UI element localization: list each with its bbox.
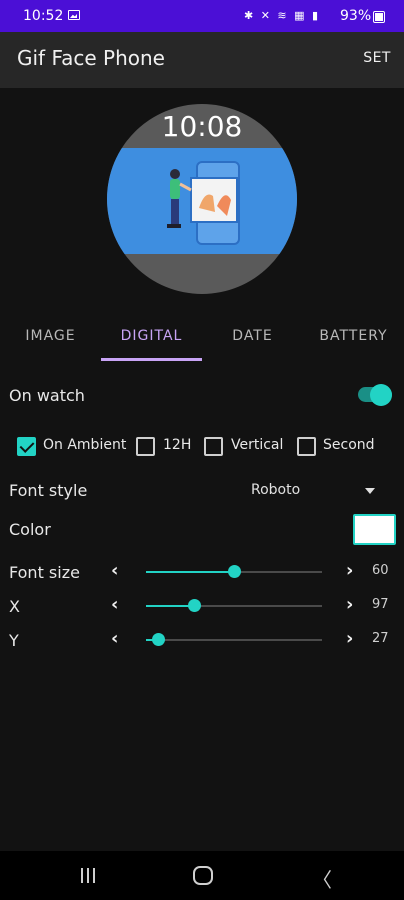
- color-swatch[interactable]: [353, 514, 396, 545]
- status-icons: ✱ ✕ ≋ ▦ ▮: [244, 9, 321, 22]
- second-checkbox[interactable]: [297, 437, 316, 456]
- font-style-dropdown[interactable]: Roboto: [251, 482, 300, 498]
- tab-battery[interactable]: BATTERY: [303, 316, 404, 360]
- watch-time: 10:08: [161, 110, 243, 143]
- x-increase-icon[interactable]: ›: [346, 594, 353, 615]
- status-time: 10:52: [23, 8, 64, 24]
- x-value: 97: [372, 597, 389, 612]
- back-icon[interactable]: 〈: [312, 864, 332, 893]
- font-style-label: Font style: [9, 481, 88, 500]
- on-watch-switch-thumb[interactable]: [370, 384, 392, 406]
- x-label: X: [9, 597, 20, 616]
- battery-percent: 93%: [340, 8, 372, 24]
- system-nav-bar: 〈: [0, 851, 404, 900]
- on-ambient-checkbox[interactable]: [17, 437, 36, 456]
- font-size-decrease-icon[interactable]: ‹: [111, 560, 118, 581]
- x-slider[interactable]: [146, 599, 322, 612]
- font-size-slider[interactable]: [146, 565, 322, 578]
- 12h-checkbox[interactable]: [136, 437, 155, 456]
- set-button[interactable]: SET: [363, 50, 391, 66]
- y-decrease-icon[interactable]: ‹: [111, 628, 118, 649]
- y-label: Y: [9, 631, 19, 650]
- font-size-label: Font size: [9, 563, 80, 582]
- x-slider-thumb[interactable]: [187, 599, 201, 612]
- on-ambient-label: On Ambient: [43, 437, 127, 453]
- gif-illustration: [167, 161, 240, 245]
- on-watch-label: On watch: [9, 386, 85, 405]
- color-label: Color: [9, 520, 51, 539]
- battery-icon: [373, 11, 385, 23]
- tab-date[interactable]: DATE: [202, 316, 303, 360]
- active-tab-indicator: [101, 358, 202, 361]
- arrow-drop-down-icon[interactable]: [365, 488, 375, 494]
- app-bar: Gif Face Phone SET: [0, 32, 404, 88]
- y-slider[interactable]: [146, 633, 322, 646]
- x-decrease-icon[interactable]: ‹: [111, 594, 118, 615]
- tab-digital[interactable]: DIGITAL: [101, 316, 202, 360]
- image-notification-icon: [68, 10, 80, 20]
- app-title: Gif Face Phone: [17, 46, 165, 70]
- y-increase-icon[interactable]: ›: [346, 628, 353, 649]
- y-slider-thumb[interactable]: [152, 633, 166, 646]
- recents-icon[interactable]: [81, 868, 99, 883]
- vertical-label: Vertical: [231, 437, 284, 453]
- 12h-label: 12H: [163, 437, 192, 453]
- font-size-slider-thumb[interactable]: [228, 565, 241, 578]
- vertical-checkbox[interactable]: [204, 437, 223, 456]
- home-icon[interactable]: [193, 866, 213, 885]
- status-bar: 10:52 ✱ ✕ ≋ ▦ ▮ 93%: [0, 0, 404, 32]
- second-label: Second: [323, 437, 375, 453]
- font-size-increase-icon[interactable]: ›: [346, 560, 353, 581]
- watch-face-preview: 10:08: [107, 104, 297, 294]
- tab-image[interactable]: IMAGE: [0, 316, 101, 360]
- tab-bar: IMAGE DIGITAL DATE BATTERY: [0, 316, 404, 364]
- font-size-value: 60: [372, 563, 389, 578]
- y-value: 27: [372, 631, 389, 646]
